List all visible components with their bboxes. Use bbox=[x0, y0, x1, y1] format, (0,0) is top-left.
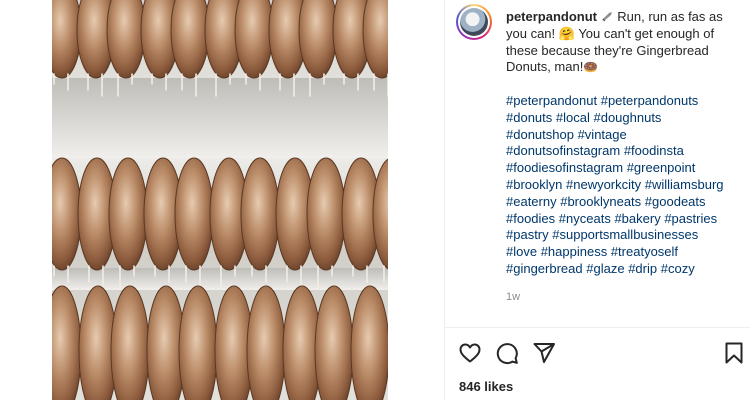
hashtag-link[interactable]: #vintage bbox=[578, 127, 627, 142]
post-side-panel: peterpandonut Run, run as fas as you can… bbox=[445, 0, 750, 400]
share-icon bbox=[533, 343, 555, 363]
hashtag-line: #gingerbread #glaze #drip #cozy bbox=[506, 261, 746, 278]
donut-shape bbox=[350, 285, 388, 400]
hashtag-link[interactable]: #donuts bbox=[506, 110, 552, 125]
donut-shape bbox=[246, 285, 286, 400]
donut-shape bbox=[106, 0, 146, 79]
donut-shape bbox=[110, 285, 150, 400]
hashtag-link[interactable]: #brooklyn bbox=[506, 177, 562, 192]
post-media[interactable] bbox=[0, 0, 444, 400]
donut-tool-icon bbox=[601, 9, 618, 24]
hashtag-link[interactable]: #peterpandonut bbox=[506, 93, 597, 108]
hashtag-link[interactable]: #love bbox=[506, 244, 537, 259]
hashtag-link[interactable]: #pastries bbox=[664, 211, 717, 226]
bookmark-icon bbox=[725, 342, 743, 364]
donut-photo[interactable] bbox=[52, 0, 388, 400]
donut-shape bbox=[240, 157, 280, 271]
avatar[interactable] bbox=[456, 4, 492, 40]
hashtag-link[interactable]: #happiness bbox=[541, 244, 608, 259]
hashtag-link[interactable]: #greenpoint bbox=[627, 160, 696, 175]
donut-shape bbox=[174, 157, 214, 271]
hashtag-link[interactable]: #cozy bbox=[661, 261, 695, 276]
username-link[interactable]: peterpandonut bbox=[506, 9, 597, 24]
hashtag-line: #eaterny #brooklyneats #goodeats bbox=[506, 194, 746, 211]
hashtag-link[interactable]: #williamsburg bbox=[645, 177, 724, 192]
hashtag-line: #donutsofinstagram #foodinsta bbox=[506, 143, 746, 160]
hashtag-link[interactable]: #doughnuts bbox=[593, 110, 661, 125]
donut-shape bbox=[234, 0, 274, 79]
donut-shape bbox=[362, 0, 388, 79]
hashtag-line: #pastry #supportsmallbusinesses bbox=[506, 227, 746, 244]
action-bar bbox=[457, 340, 747, 366]
hashtag-line: #donuts #local #doughnuts bbox=[506, 110, 746, 127]
hashtag-link[interactable]: #eaterny bbox=[506, 194, 557, 209]
hashtag-link[interactable]: #foodies bbox=[506, 211, 555, 226]
donut-shape bbox=[372, 158, 388, 270]
actions-divider bbox=[445, 327, 750, 328]
donut-shape bbox=[52, 157, 82, 271]
donut-shape bbox=[178, 285, 218, 400]
hashtag-link[interactable]: #supportsmallbusinesses bbox=[552, 227, 698, 242]
avatar-image bbox=[460, 8, 488, 36]
hashtag-link[interactable]: #foodiesofinstagram bbox=[506, 160, 623, 175]
donut-rows-image bbox=[52, 0, 388, 400]
like-button[interactable] bbox=[457, 340, 483, 366]
hashtag-link[interactable]: #local bbox=[556, 110, 590, 125]
hashtag-link[interactable]: #donutshop bbox=[506, 127, 574, 142]
hashtag-link[interactable]: #gingerbread bbox=[506, 261, 583, 276]
share-button[interactable] bbox=[531, 340, 557, 366]
hashtag-link[interactable]: #foodinsta bbox=[624, 143, 684, 158]
donut-shape bbox=[170, 0, 210, 79]
hashtag-link[interactable]: #treatyoself bbox=[611, 244, 678, 259]
donut-shape bbox=[306, 157, 346, 271]
likes-count[interactable]: 846 likes bbox=[459, 379, 513, 394]
hashtag-link[interactable]: #donutsofinstagram bbox=[506, 143, 620, 158]
donut-shape bbox=[298, 0, 338, 79]
hashtag-list: #peterpandonut #peterpandonuts #donuts #l… bbox=[506, 93, 746, 278]
hashtag-line: #foodies #nyceats #bakery #pastries bbox=[506, 211, 746, 228]
donut-shape bbox=[52, 285, 82, 400]
hashtag-link[interactable]: #peterpandonuts bbox=[601, 93, 699, 108]
hashtag-link[interactable]: #brooklyneats bbox=[560, 194, 641, 209]
hashtag-link[interactable]: #newyorkcity bbox=[566, 177, 641, 192]
hashtag-line: #love #happiness #treatyoself bbox=[506, 244, 746, 261]
save-button[interactable] bbox=[721, 340, 747, 366]
comment-icon bbox=[496, 343, 518, 365]
hashtag-line: #brooklyn #newyorkcity #williamsburg bbox=[506, 177, 746, 194]
post-timestamp[interactable]: 1w bbox=[506, 291, 520, 303]
donut-shape bbox=[52, 0, 82, 79]
donut-shape bbox=[108, 157, 148, 271]
hashtag-line: #peterpandonut #peterpandonuts bbox=[506, 93, 746, 110]
hashtag-link[interactable]: #nyceats bbox=[559, 211, 611, 226]
heart-icon bbox=[459, 343, 481, 363]
hashtag-link[interactable]: #pastry bbox=[506, 227, 549, 242]
comment-button[interactable] bbox=[494, 340, 520, 366]
hashtag-link[interactable]: #drip bbox=[628, 261, 657, 276]
hashtag-link[interactable]: #goodeats bbox=[645, 194, 706, 209]
hashtag-link[interactable]: #glaze bbox=[586, 261, 624, 276]
hashtag-link[interactable]: #bakery bbox=[614, 211, 660, 226]
hashtag-line: #foodiesofinstagram #greenpoint bbox=[506, 160, 746, 177]
hashtag-line: #donutshop #vintage bbox=[506, 127, 746, 144]
donut-shape bbox=[314, 285, 354, 400]
donut-emoji: 🍩 bbox=[583, 60, 599, 75]
post-caption: peterpandonut Run, run as fas as you can… bbox=[506, 9, 746, 76]
